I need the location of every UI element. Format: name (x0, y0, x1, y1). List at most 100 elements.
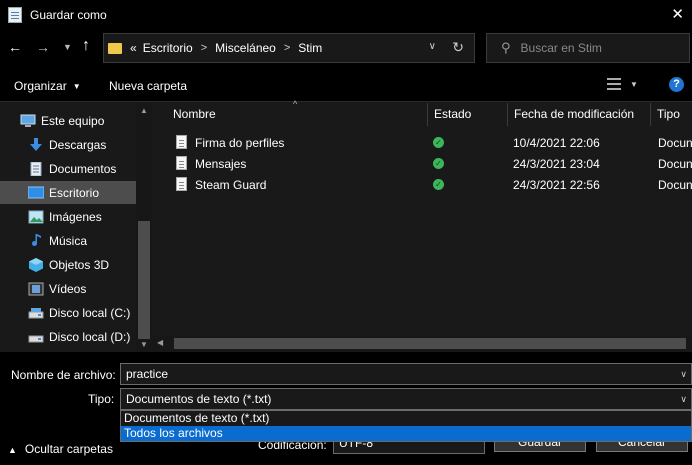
hide-folders-label: Ocultar carpetas (24, 442, 113, 456)
command-bar: Organizar ▼ Nueva carpeta ▼ ? (0, 68, 692, 102)
sidebar-item-label: Vídeos (49, 281, 87, 296)
sidebar-item-label: Disco local (D:) (49, 329, 131, 344)
file-type-dropdown-list: Documentos de texto (*.txt) Todos los ar… (120, 410, 692, 442)
column-header-type[interactable]: Tipo (657, 103, 680, 126)
text-file-icon (176, 135, 187, 149)
documents-icon (30, 161, 42, 176)
help-icon[interactable]: ? (669, 77, 684, 92)
title-bar: Guardar como ✕ (0, 0, 692, 30)
sort-ascending-icon: ^ (293, 99, 298, 109)
sidebar-item-documentos[interactable]: Documentos (0, 157, 136, 180)
navigation-bar: ← → ▼ ↑ « Escritorio > Misceláneo > Stim… (0, 30, 692, 68)
search-input[interactable]: ⚲ Buscar en Stim (486, 33, 690, 63)
file-type: Docun (658, 136, 692, 150)
breadcrumb-overflow[interactable]: « (130, 41, 137, 55)
breadcrumb-item-miscelaneo[interactable]: Misceláneo (215, 41, 276, 55)
refresh-icon[interactable]: ↻ (452, 39, 464, 56)
hide-folders-button[interactable]: ▲ Ocultar carpetas (8, 442, 113, 456)
pictures-icon (28, 210, 44, 223)
breadcrumb-item-escritorio[interactable]: Escritorio (143, 41, 193, 55)
search-icon: ⚲ (501, 40, 511, 55)
drive-icon (28, 335, 44, 342)
sidebar-item-descargas[interactable]: Descargas (0, 133, 136, 156)
synced-check-icon: ✓ (433, 158, 444, 169)
sidebar-item-disco-c[interactable]: Disco local (C:) (0, 301, 136, 324)
sidebar-item-videos[interactable]: Vídeos (0, 277, 136, 300)
up-arrow-icon[interactable]: ↑ (82, 37, 90, 55)
sidebar-item-label: Objetos 3D (49, 257, 110, 272)
column-divider[interactable] (650, 103, 651, 126)
desktop-icon (28, 186, 44, 198)
synced-check-icon: ✓ (433, 137, 444, 148)
file-type-select[interactable]: Documentos de texto (*.txt) ∨ (120, 388, 692, 410)
drive-icon (28, 307, 44, 318)
recent-locations-chevron-icon[interactable]: ▼ (63, 42, 72, 52)
scrollbar-thumb[interactable] (174, 338, 686, 349)
navigation-pane: Este equipo Descargas Documentos Escrito… (0, 103, 152, 352)
breadcrumb: « Escritorio > Misceláneo > Stim (130, 41, 322, 55)
sidebar-item-label: Música (49, 233, 88, 248)
filename-value: practice (126, 367, 169, 381)
new-folder-button[interactable]: Nueva carpeta (109, 79, 187, 93)
file-modified: 24/3/2021 22:56 (513, 178, 600, 192)
sidebar-item-label: Este equipo (41, 113, 105, 128)
column-header-modified[interactable]: Fecha de modificación (514, 103, 634, 126)
file-row[interactable]: Mensajes ✓ 24/3/2021 23:04 Docun (152, 154, 692, 175)
address-bar[interactable]: « Escritorio > Misceláneo > Stim ∨ ↻ (103, 33, 475, 63)
column-divider[interactable] (507, 103, 508, 126)
close-icon[interactable]: ✕ (671, 5, 684, 23)
dropdown-option-selected[interactable]: Todos los archivos (121, 426, 691, 441)
chevron-right-icon[interactable]: > (201, 42, 207, 54)
notepad-icon (8, 7, 22, 23)
column-header-status[interactable]: Estado (434, 103, 471, 126)
download-arrow-icon (30, 137, 42, 151)
back-arrow-icon[interactable]: ← (8, 39, 22, 55)
chevron-down-icon[interactable]: ∨ (680, 389, 687, 409)
chevron-down-icon[interactable]: ∨ (680, 364, 687, 384)
computer-icon (20, 114, 36, 127)
text-file-icon (176, 177, 187, 191)
scroll-down-icon[interactable]: ▼ (140, 340, 148, 349)
cube-icon (29, 257, 43, 272)
file-type: Docun (658, 178, 692, 192)
scrollbar-thumb[interactable] (138, 221, 150, 339)
caret-down-icon: ▼ (72, 82, 81, 92)
scroll-up-icon[interactable]: ▲ (140, 106, 148, 115)
file-modified: 10/4/2021 22:06 (513, 136, 600, 150)
caret-down-icon[interactable]: ▼ (630, 80, 638, 89)
column-divider[interactable] (427, 103, 428, 126)
sidebar-item-objetos-3d[interactable]: Objetos 3D (0, 253, 136, 276)
sidebar-item-label: Documentos (49, 161, 117, 176)
sidebar-item-musica[interactable]: Música (0, 229, 136, 252)
chevron-right-icon[interactable]: > (284, 42, 290, 54)
file-modified: 24/3/2021 23:04 (513, 157, 600, 171)
file-row[interactable]: Firma do perfiles ✓ 10/4/2021 22:06 Docu… (152, 133, 692, 154)
scroll-left-icon[interactable]: ◀ (157, 338, 163, 347)
file-list: ^ Nombre Estado Fecha de modificación Ti… (152, 99, 692, 352)
sidebar-item-disco-d[interactable]: Disco local (D:) (0, 325, 136, 348)
horizontal-scrollbar[interactable]: ◀ (152, 335, 692, 352)
sidebar-item-label: Imágenes (49, 209, 102, 224)
file-row[interactable]: Steam Guard ✓ 24/3/2021 22:56 Docun (152, 175, 692, 196)
column-header-name[interactable]: Nombre (173, 103, 216, 126)
window-title: Guardar como (30, 8, 107, 22)
chevron-down-icon[interactable]: ∨ (429, 41, 436, 52)
dropdown-option[interactable]: Documentos de texto (*.txt) (121, 411, 691, 426)
folder-icon (108, 42, 122, 54)
sidebar-item-este-equipo[interactable]: Este equipo (0, 109, 136, 132)
view-options-icon[interactable] (607, 78, 621, 90)
file-name: Mensajes (195, 157, 247, 171)
synced-check-icon: ✓ (433, 179, 444, 190)
sidebar-item-imagenes[interactable]: Imágenes (0, 205, 136, 228)
file-type-label: Tipo: (88, 392, 115, 406)
text-file-icon (176, 156, 187, 170)
organize-menu-button[interactable]: Organizar ▼ (14, 79, 81, 93)
organize-label: Organizar (14, 79, 67, 93)
sidebar-scrollbar[interactable]: ▲ ▼ (136, 103, 152, 352)
forward-arrow-icon[interactable]: → (36, 39, 50, 55)
filename-field[interactable]: practice ∨ (120, 363, 692, 385)
breadcrumb-item-stim[interactable]: Stim (298, 41, 322, 55)
sidebar-item-label: Escritorio (49, 185, 100, 200)
save-panel: Nombre de archivo: practice ∨ Tipo: Docu… (0, 352, 692, 465)
sidebar-item-escritorio[interactable]: Escritorio (0, 181, 136, 204)
